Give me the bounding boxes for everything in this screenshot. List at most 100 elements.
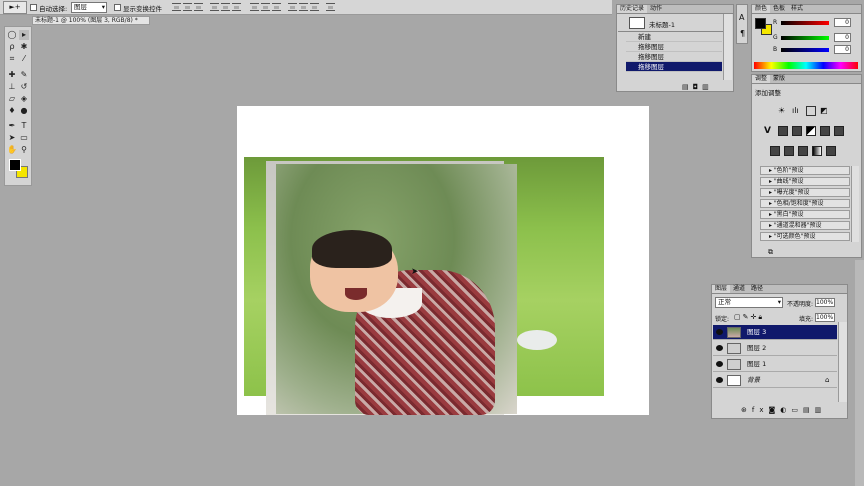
distribute-right-icon[interactable] xyxy=(310,3,319,11)
link-layers-icon[interactable]: ⊛ xyxy=(741,406,752,414)
preset-item[interactable]: ▸ "色相/饱和度"预设 xyxy=(760,199,850,208)
lock-pixels-icon[interactable]: ✎ xyxy=(743,313,751,321)
new-group-icon[interactable]: ▭ xyxy=(791,406,803,414)
preset-item[interactable]: ▸ "曲线"预设 xyxy=(760,177,850,186)
heal-icon[interactable]: ✚ xyxy=(7,70,17,80)
path-select-icon[interactable]: ➤ xyxy=(7,133,17,143)
layer-row-background[interactable]: 背景 ⌂ xyxy=(713,373,837,388)
tab-color[interactable]: 颜色 xyxy=(752,5,771,13)
new-layer-icon[interactable]: ▤ xyxy=(803,406,815,414)
shape-icon[interactable]: ▭ xyxy=(19,133,29,143)
distribute-bottom-icon[interactable] xyxy=(272,3,281,11)
lasso-icon[interactable]: ρ xyxy=(7,42,17,52)
document-tab[interactable]: 未标题-1 @ 100% (图层 3, RGB/8) * xyxy=(32,16,150,25)
auto-align-icon[interactable] xyxy=(326,3,335,11)
channel-b-slider[interactable] xyxy=(781,48,829,52)
channel-mixer-icon[interactable] xyxy=(834,126,844,136)
color-balance-icon[interactable] xyxy=(792,126,802,136)
type-icon[interactable]: T xyxy=(19,121,29,131)
distribute-top-icon[interactable] xyxy=(250,3,259,11)
layer-mask-icon[interactable]: ◙ xyxy=(768,406,780,414)
move-icon[interactable]: ▸ xyxy=(19,30,29,40)
history-scrollbar[interactable] xyxy=(723,14,732,80)
align-bottom-icon[interactable] xyxy=(194,3,203,11)
preset-item[interactable]: ▸ "曝光度"预设 xyxy=(760,188,850,197)
history-item[interactable]: 新建 xyxy=(626,32,722,42)
black-white-icon[interactable] xyxy=(806,126,816,136)
show-transform-checkbox[interactable] xyxy=(114,4,121,11)
gradient-map-icon[interactable] xyxy=(812,146,822,156)
tab-styles[interactable]: 样式 xyxy=(788,5,806,13)
move-tool-preset-button[interactable]: ►+ xyxy=(3,1,27,14)
channel-r-slider[interactable] xyxy=(781,21,829,25)
align-right-icon[interactable] xyxy=(232,3,241,11)
dodge-icon[interactable]: ● xyxy=(19,106,29,116)
gradient-icon[interactable]: ◈ xyxy=(19,94,29,104)
trash-icon[interactable]: ▥ xyxy=(815,406,827,414)
adjustments-scrollbar[interactable] xyxy=(851,166,859,242)
levels-icon[interactable]: ılı xyxy=(792,106,802,116)
opacity-input[interactable]: 100% xyxy=(815,298,835,307)
hand-icon[interactable]: ✋ xyxy=(7,145,17,155)
character-panel-icon[interactable]: A xyxy=(739,13,744,22)
visibility-eye-icon[interactable] xyxy=(716,345,723,351)
history-brush-icon[interactable]: ↺ xyxy=(19,82,29,92)
layer-row-active[interactable]: 图层 3 xyxy=(713,325,837,340)
distribute-vcenter-icon[interactable] xyxy=(261,3,270,11)
auto-select-dropdown[interactable]: 图层 ▾ xyxy=(71,2,107,13)
layer-row[interactable]: 图层 2 xyxy=(713,341,837,356)
layers-scrollbar[interactable] xyxy=(838,322,847,402)
invert-icon[interactable] xyxy=(770,146,780,156)
brightness-icon[interactable]: ☀ xyxy=(778,106,788,116)
layer-style-icon[interactable]: fx xyxy=(752,406,769,414)
posterize-icon[interactable] xyxy=(784,146,794,156)
preset-item[interactable]: ▸ "可选颜色"预设 xyxy=(760,232,850,241)
history-item[interactable]: 拖移图层 xyxy=(626,42,722,52)
tab-layers[interactable]: 图层 xyxy=(712,285,731,293)
distribute-left-icon[interactable] xyxy=(288,3,297,11)
crop-icon[interactable]: ⌗ xyxy=(7,54,17,64)
blend-mode-select[interactable]: 正常 ▾ xyxy=(715,297,783,308)
align-top-icon[interactable] xyxy=(172,3,181,11)
new-snapshot-icon[interactable]: ◘ xyxy=(693,83,703,91)
eyedropper-icon[interactable]: ⁄ xyxy=(19,54,29,64)
tab-adjustments[interactable]: 调整 xyxy=(752,75,771,83)
history-item[interactable]: 拖移图层 xyxy=(626,52,722,62)
visibility-eye-icon[interactable] xyxy=(716,329,723,335)
tab-history[interactable]: 历史记录 xyxy=(617,5,648,13)
tab-actions[interactable]: 动作 xyxy=(647,5,665,13)
zoom-icon[interactable]: ⚲ xyxy=(19,145,29,155)
tab-swatches[interactable]: 色板 xyxy=(770,5,788,13)
new-document-icon[interactable]: ▤ xyxy=(682,83,693,91)
align-hcenter-icon[interactable] xyxy=(221,3,230,11)
channel-r-value[interactable]: 0 xyxy=(834,18,851,27)
curves-icon[interactable] xyxy=(806,106,816,116)
trash-icon[interactable]: ▥ xyxy=(702,83,713,91)
vibrance-icon[interactable]: V xyxy=(764,126,774,136)
magic-wand-icon[interactable]: ✱ xyxy=(19,42,29,52)
adjustment-layer-icon[interactable]: ◐ xyxy=(780,406,791,414)
photo-filter-icon[interactable] xyxy=(820,126,830,136)
marquee-icon[interactable]: ◯ xyxy=(7,30,17,40)
distribute-hcenter-icon[interactable] xyxy=(299,3,308,11)
paragraph-panel-icon[interactable]: ¶ xyxy=(740,29,745,38)
align-vcenter-icon[interactable] xyxy=(183,3,192,11)
history-item-active[interactable]: 拖移图层 xyxy=(626,62,722,72)
preset-item[interactable]: ▸ "色阶"预设 xyxy=(760,166,850,175)
eraser-icon[interactable]: ▱ xyxy=(7,94,17,104)
fill-input[interactable]: 100% xyxy=(815,313,835,322)
align-left-icon[interactable] xyxy=(210,3,219,11)
selective-color-icon[interactable] xyxy=(826,146,836,156)
channel-g-value[interactable]: 0 xyxy=(834,33,851,42)
tab-paths[interactable]: 路径 xyxy=(748,285,766,293)
snapshot-label[interactable]: 未标题-1 xyxy=(649,19,675,29)
threshold-icon[interactable] xyxy=(798,146,808,156)
visibility-eye-icon[interactable] xyxy=(716,377,723,383)
color-foreground-swatch[interactable] xyxy=(755,18,766,29)
preset-item[interactable]: ▸ "黑白"预设 xyxy=(760,210,850,219)
hue-saturation-icon[interactable] xyxy=(778,126,788,136)
visibility-eye-icon[interactable] xyxy=(716,361,723,367)
brush-icon[interactable]: ✎ xyxy=(19,70,29,80)
exposure-icon[interactable]: ◩ xyxy=(820,106,830,116)
color-spectrum-ramp[interactable] xyxy=(754,62,858,69)
